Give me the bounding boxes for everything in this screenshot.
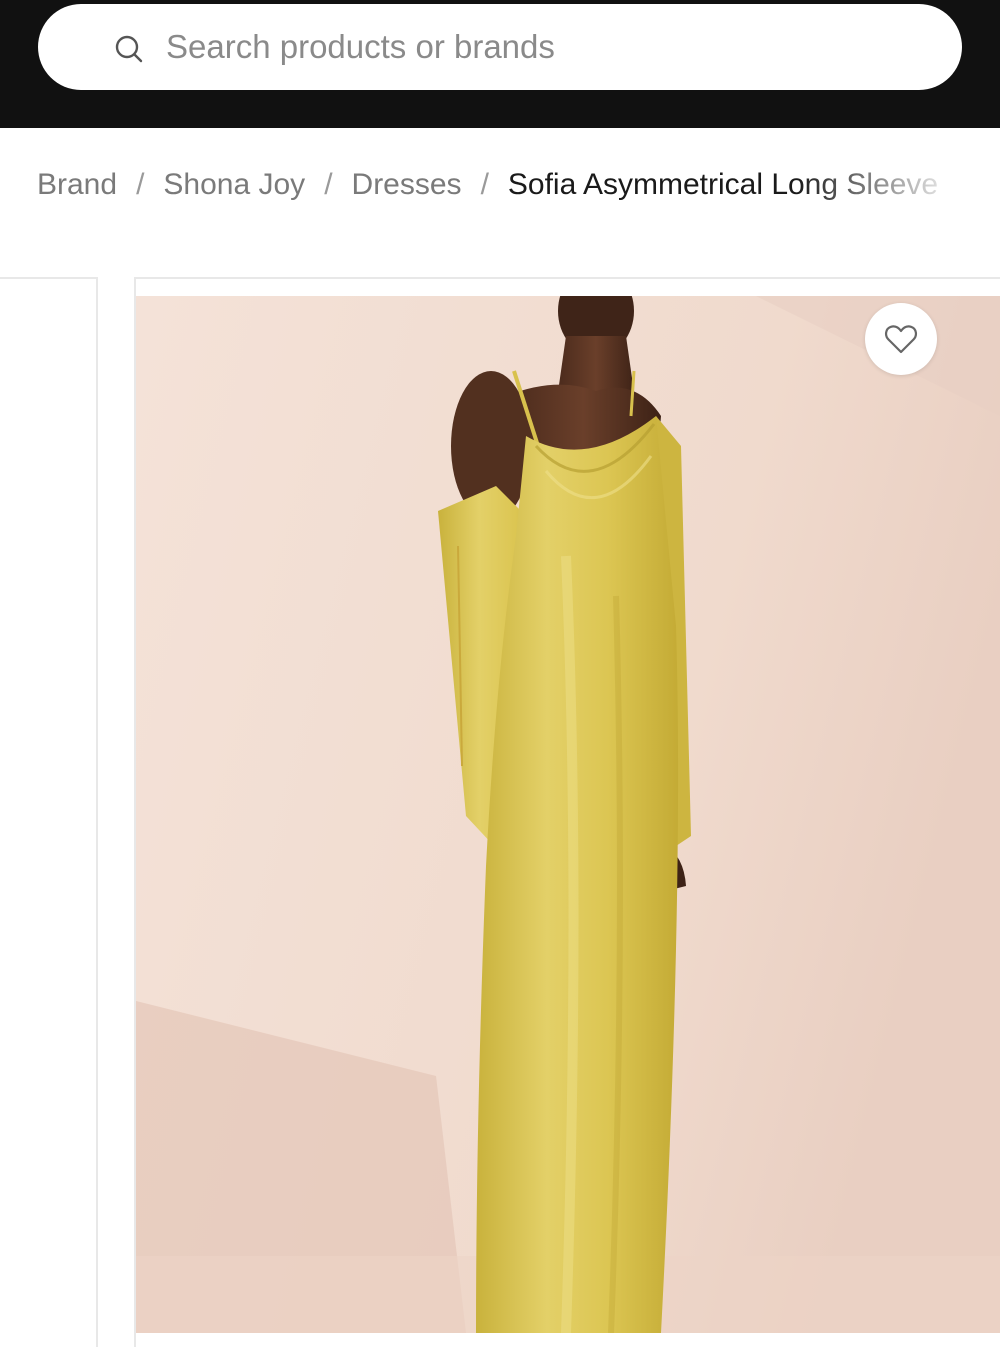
breadcrumb-brand[interactable]: Brand	[37, 168, 117, 201]
search-input[interactable]	[166, 22, 926, 72]
search-bar[interactable]	[38, 4, 962, 90]
breadcrumb: Brand / Shona Joy / Dresses / Sofia Asymmetric…	[37, 160, 962, 210]
breadcrumb-separator: /	[136, 168, 145, 201]
search-icon	[115, 35, 143, 63]
product-image	[136, 296, 1000, 1333]
breadcrumb-current-product: Sofia Asymmetrical Long Sleeve	[507, 168, 939, 201]
breadcrumb-shona-joy[interactable]: Shona Joy	[163, 168, 305, 201]
heart-outline-icon	[884, 325, 918, 354]
wishlist-button[interactable]	[865, 303, 937, 375]
product-photo	[136, 296, 1000, 1333]
top-header	[0, 0, 1000, 128]
thumbnail-panel	[0, 277, 98, 1347]
breadcrumb-separator: /	[324, 168, 333, 201]
breadcrumb-dresses[interactable]: Dresses	[352, 168, 462, 201]
breadcrumb-separator: /	[480, 168, 489, 201]
